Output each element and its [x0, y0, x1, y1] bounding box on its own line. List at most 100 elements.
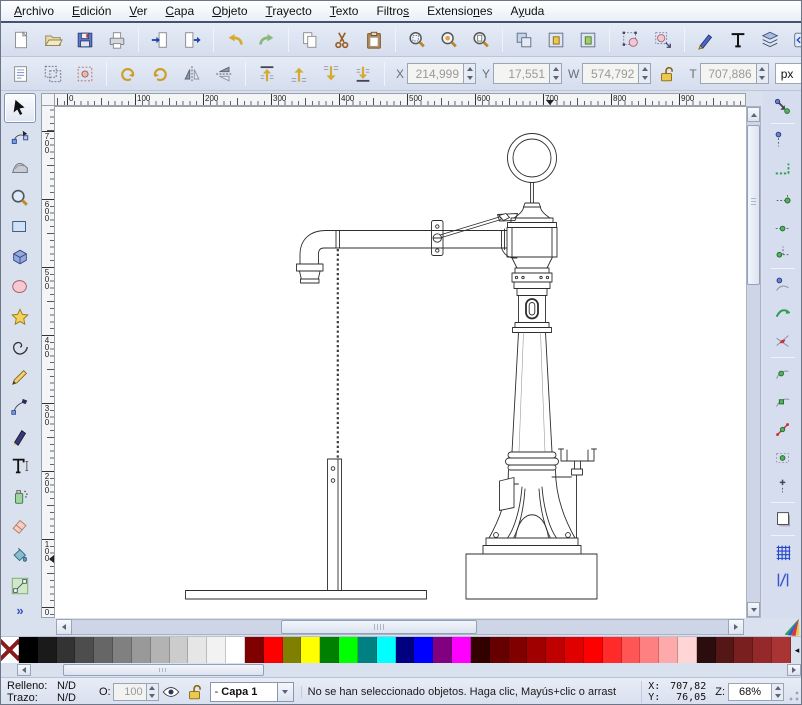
tool-ellipse[interactable]	[4, 272, 36, 302]
snap-enabled-button[interactable]	[768, 94, 799, 120]
swatch-2b0d0d[interactable]	[697, 637, 716, 663]
text-dialog-button[interactable]	[723, 26, 753, 54]
menu-trayecto[interactable]: Trayecto	[257, 2, 321, 20]
canvas[interactable]	[55, 106, 746, 618]
snap-bbox-corners-button[interactable]	[768, 183, 799, 209]
units-value[interactable]: px	[775, 63, 802, 84]
swatch-666666[interactable]	[94, 637, 113, 663]
deselect-button[interactable]	[70, 60, 100, 88]
tool-tweak[interactable]	[4, 153, 36, 183]
layers-dialog-button[interactable]	[755, 26, 785, 54]
swatch-008000[interactable]	[320, 637, 339, 663]
swatch-f2f2f2[interactable]	[207, 637, 226, 663]
menu-capa[interactable]: Capa	[156, 2, 203, 20]
unlink-clone-button[interactable]	[573, 26, 603, 54]
horizontal-ruler[interactable]: 0100200300400500600700800900	[55, 93, 746, 106]
xml-editor-button[interactable]	[787, 26, 802, 54]
snap-path-button[interactable]	[768, 300, 799, 326]
tool-selector[interactable]	[4, 93, 36, 123]
palette-scroll-right-icon[interactable]	[787, 664, 801, 676]
horizontal-scrollbar[interactable]	[56, 619, 744, 635]
height-value[interactable]: 707,886	[700, 63, 756, 84]
snap-line-midpoints-button[interactable]	[768, 417, 799, 443]
swatch-ff8080[interactable]	[640, 637, 659, 663]
y-value[interactable]: 17,551	[493, 63, 549, 84]
zoom-spin-arrows[interactable]	[772, 683, 784, 701]
scroll-up-icon[interactable]	[747, 107, 760, 122]
flip-vertical-button[interactable]	[209, 60, 239, 88]
tool-zoom[interactable]	[4, 183, 36, 213]
width-value[interactable]: 574,792	[582, 63, 638, 84]
y-spinbox[interactable]: 17,551	[493, 63, 562, 84]
swatch-00ff00[interactable]	[339, 637, 358, 663]
scroll-down-icon[interactable]	[747, 602, 760, 617]
swatch-7a1f1f[interactable]	[734, 637, 753, 663]
snap-bbox-edges-button[interactable]	[768, 155, 799, 181]
select-all-layers-button[interactable]	[38, 60, 68, 88]
tool-paint-bucket[interactable]	[4, 541, 36, 571]
snap-bbox-edge-midpoints-button[interactable]	[768, 211, 799, 237]
swatch-ffd5d5[interactable]	[678, 637, 697, 663]
menu-texto[interactable]: Texto	[321, 2, 368, 20]
menu-ayuda[interactable]: Ayuda	[502, 2, 554, 20]
swatch-008080[interactable]	[358, 637, 377, 663]
duplicate-button[interactable]	[509, 26, 539, 54]
x-spin-arrows[interactable]	[463, 63, 476, 84]
swatch-ffffff[interactable]	[226, 637, 245, 663]
tool-text[interactable]	[4, 452, 36, 482]
import-button[interactable]	[145, 26, 175, 54]
vertical-ruler[interactable]: 7006005004003002001000	[41, 106, 55, 618]
tool-spiral[interactable]	[4, 332, 36, 362]
swatch-999999[interactable]	[132, 637, 151, 663]
opacity-spinbox[interactable]: 100	[113, 683, 159, 701]
menu-edicion[interactable]: Edición	[63, 2, 120, 20]
swatch-800000[interactable]	[509, 637, 528, 663]
x-value[interactable]: 214,999	[407, 63, 463, 84]
opacity-spin-arrows[interactable]	[147, 683, 159, 701]
raise-to-top-button[interactable]	[252, 60, 282, 88]
layer-visibility-button[interactable]	[159, 681, 183, 703]
layer-dropdown-arrow-icon[interactable]	[278, 682, 294, 702]
swatch-0000ff[interactable]	[414, 637, 433, 663]
tool-bezier-pen[interactable]	[4, 392, 36, 422]
snap-smooth-nodes-button[interactable]	[768, 389, 799, 415]
paste-button[interactable]	[359, 26, 389, 54]
snap-page-border-button[interactable]	[768, 506, 799, 532]
swatch-800080[interactable]	[433, 637, 452, 663]
menu-filtros[interactable]: Filtros	[367, 2, 418, 20]
swatch-660000[interactable]	[490, 637, 509, 663]
menu-objeto[interactable]: Objeto	[203, 2, 256, 20]
lower-to-bottom-button[interactable]	[348, 60, 378, 88]
snap-path-intersections-button[interactable]	[768, 328, 799, 354]
snap-nodes-button[interactable]	[768, 272, 799, 298]
snap-cusp-nodes-button[interactable]	[768, 361, 799, 387]
horizontal-scrollbar-thumb[interactable]	[281, 620, 477, 634]
swatch-808080[interactable]	[113, 637, 132, 663]
print-button[interactable]	[102, 26, 132, 54]
tool-spray[interactable]	[4, 481, 36, 511]
snap-rotation-center-button[interactable]	[768, 473, 799, 499]
toolbox-overflow-button[interactable]: »	[16, 603, 23, 618]
x-spinbox[interactable]: 214,999	[407, 63, 476, 84]
lower-button[interactable]	[316, 60, 346, 88]
palette-scrollbar-thumb[interactable]	[63, 664, 264, 676]
vertical-scrollbar-thumb[interactable]	[747, 125, 760, 285]
swatch-e00000[interactable]	[565, 637, 584, 663]
window-resize-grip[interactable]	[788, 690, 800, 702]
snap-grid-button[interactable]	[768, 539, 799, 565]
tool-box-3d[interactable]	[4, 242, 36, 272]
swatch-808000[interactable]	[283, 637, 302, 663]
tool-node-editor[interactable]	[4, 123, 36, 153]
export-button[interactable]	[177, 26, 207, 54]
height-spin-arrows[interactable]	[756, 63, 769, 84]
height-spinbox[interactable]: 707,886	[700, 63, 769, 84]
open-document-button[interactable]	[38, 26, 68, 54]
swatch-ffaaaa[interactable]	[659, 637, 678, 663]
snap-guides-button[interactable]	[768, 567, 799, 593]
create-clone-button[interactable]	[541, 26, 571, 54]
opacity-value[interactable]: 100	[113, 683, 147, 701]
swatch-000080[interactable]	[396, 637, 415, 663]
snap-object-centers-button[interactable]	[768, 445, 799, 471]
palette-scroll-left-icon[interactable]	[17, 664, 31, 676]
ungroup-button[interactable]	[648, 26, 678, 54]
